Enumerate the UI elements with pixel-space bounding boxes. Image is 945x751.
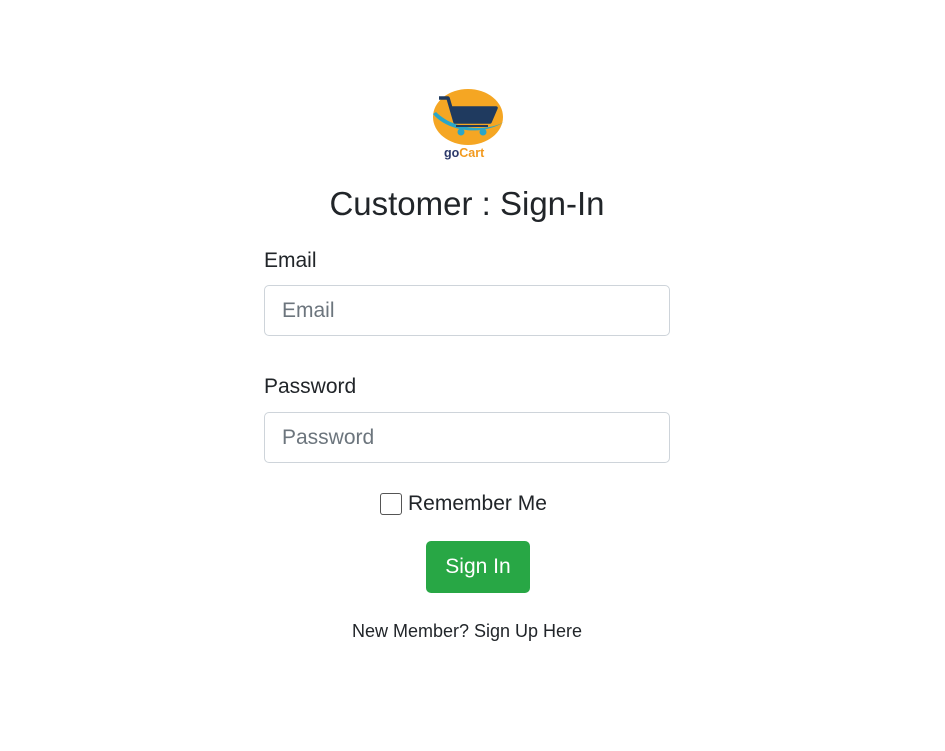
remember-me-group[interactable]: Remember Me	[380, 490, 547, 518]
svg-text:goCart: goCart	[444, 146, 485, 160]
remember-me-label[interactable]: Remember Me	[408, 490, 547, 518]
email-label: Email	[264, 249, 317, 272]
password-field[interactable]	[264, 412, 670, 463]
sign-in-button[interactable]: Sign In	[426, 541, 530, 593]
gocart-logo: goCart	[433, 89, 504, 160]
sign-up-link[interactable]: New Member? Sign Up Here	[0, 619, 934, 643]
page-title: Customer : Sign-In	[329, 185, 605, 222]
email-field[interactable]	[264, 285, 670, 336]
remember-me-checkbox[interactable]	[380, 493, 402, 515]
shopping-cart-logo-icon	[433, 89, 504, 145]
password-label: Password	[264, 375, 357, 398]
signin-page: goCart Customer : Sign-In Email Password…	[0, 0, 945, 751]
